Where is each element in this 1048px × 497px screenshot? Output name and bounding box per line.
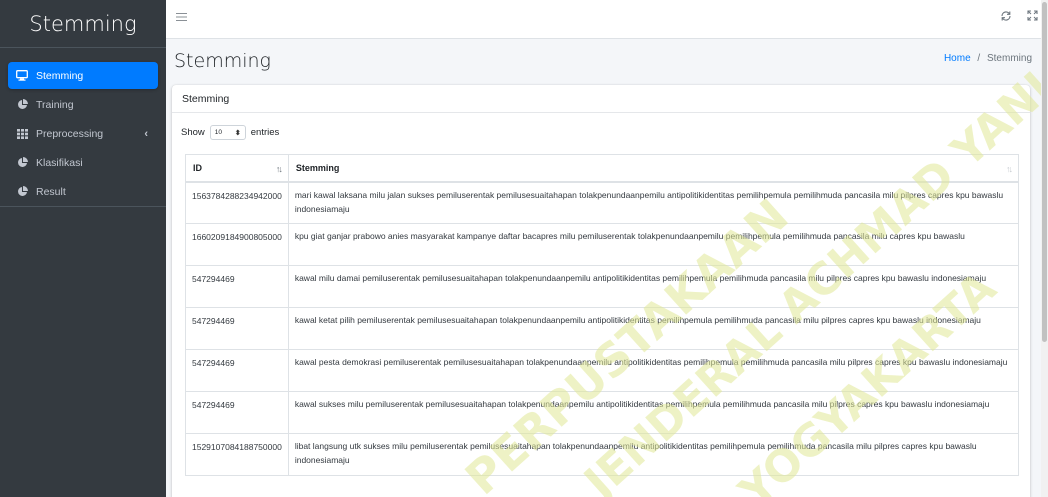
sidebar-item-preprocessing[interactable]: Preprocessing ‹ (8, 120, 158, 147)
cell-stemming: kawal pesta demokrasi pemiluserentak pem… (287, 349, 1020, 392)
breadcrumb-home-link[interactable]: Home (944, 53, 971, 64)
cell-id: 547294469 (185, 307, 289, 350)
scrollbar-thumb[interactable] (1042, 2, 1047, 342)
pie-chart-icon (15, 99, 29, 110)
entries-length-control: Show 10 ⬍ entries (181, 125, 279, 140)
chevron-left-icon: ‹ (144, 127, 148, 140)
sidebar-item-training[interactable]: Training (8, 91, 158, 118)
pie-chart-icon (15, 157, 29, 168)
breadcrumb-current: Stemming (986, 53, 1032, 64)
table-row: 1660209184900805000 kpu giat ganjar prab… (185, 223, 1020, 266)
topbar (166, 0, 1048, 39)
cell-stemming: mari kawal laksana milu jalan sukses pem… (287, 181, 1020, 224)
column-header-id[interactable]: ID ↑↓ (185, 154, 289, 183)
refresh-icon[interactable] (1000, 10, 1012, 25)
sidebar-item-label: Preprocessing (36, 127, 104, 140)
column-header-stemming[interactable]: Stemming ↑↓ (287, 154, 1020, 183)
cell-stemming: libat langsung utk sukses milu pemiluser… (287, 433, 1020, 476)
page-title: Stemming (174, 50, 271, 72)
breadcrumb: Home / Stemming (944, 53, 1032, 64)
sidebar-item-label: Result (36, 185, 66, 198)
pie-chart-icon (15, 186, 29, 197)
table-row: 547294469 kawal pesta demokrasi pemiluse… (185, 349, 1020, 392)
sidebar: Stemming Stemming Training Preprocessing… (0, 0, 166, 497)
cell-stemming: kpu giat ganjar prabowo anies masyarakat… (287, 223, 1020, 266)
sidebar-item-stemming[interactable]: Stemming (8, 62, 158, 89)
cell-id: 1563784288234942000 (185, 181, 289, 224)
select-arrows-icon: ⬍ (234, 129, 241, 137)
entries-select-value: 10 (214, 129, 222, 136)
page-scrollbar[interactable] (1041, 0, 1048, 497)
stemming-table: ID ↑↓ Stemming ↑↓ 1563784288234942000 ma… (185, 154, 1020, 476)
sidebar-divider (0, 206, 166, 207)
cell-id: 547294469 (185, 265, 289, 308)
cell-id: 547294469 (185, 349, 289, 392)
sidebar-item-label: Stemming (36, 69, 84, 82)
sidebar-item-label: Klasifikasi (36, 156, 83, 169)
table-header-row: ID ↑↓ Stemming ↑↓ (185, 154, 1020, 183)
sidebar-item-label: Training (36, 98, 74, 111)
table-row: 547294469 kawal sukses milu pemiluserent… (185, 391, 1020, 434)
entries-select[interactable]: 10 ⬍ (209, 125, 246, 140)
sidebar-item-result[interactable]: Result (8, 178, 158, 205)
cell-stemming: kawal sukses milu pemiluserentak pemilus… (287, 391, 1020, 434)
sort-icon: ↑↓ (1006, 164, 1013, 174)
card-title: Stemming (172, 85, 1030, 113)
sidebar-nav: Stemming Training Preprocessing ‹ Klasif… (0, 48, 166, 205)
brand[interactable]: Stemming (0, 0, 166, 48)
entries-label: entries (250, 127, 280, 138)
show-label: Show (181, 127, 205, 138)
fullscreen-icon[interactable] (1027, 10, 1038, 24)
desktop-icon (15, 70, 29, 81)
hamburger-menu-icon[interactable] (176, 10, 187, 25)
breadcrumb-separator: / (977, 53, 981, 64)
brand-title: Stemming (29, 11, 137, 36)
table-row: 547294469 kawal ketat pilih pemiluserent… (185, 307, 1020, 350)
cell-id: 1660209184900805000 (185, 223, 289, 266)
table-icon (15, 128, 29, 139)
table-row: 1529107084188750000 libat langsung utk s… (185, 433, 1020, 476)
table-row: 1563784288234942000 mari kawal laksana m… (185, 181, 1020, 224)
column-header-label: ID (193, 162, 202, 173)
table-row: 547294469 kawal milu damai pemiluserenta… (185, 265, 1020, 308)
cell-id: 1529107084188750000 (185, 433, 289, 476)
sidebar-item-klasifikasi[interactable]: Klasifikasi (8, 149, 158, 176)
sort-asc-icon: ↑↓ (275, 164, 283, 174)
column-header-label: Stemming (295, 162, 340, 173)
stemming-card: Stemming Show 10 ⬍ entries ID ↑↓ Stemmin… (172, 85, 1030, 497)
cell-id: 547294469 (185, 391, 289, 434)
cell-stemming: kawal milu damai pemiluserentak pemiluse… (287, 265, 1020, 308)
cell-stemming: kawal ketat pilih pemiluserentak pemilus… (287, 307, 1020, 350)
